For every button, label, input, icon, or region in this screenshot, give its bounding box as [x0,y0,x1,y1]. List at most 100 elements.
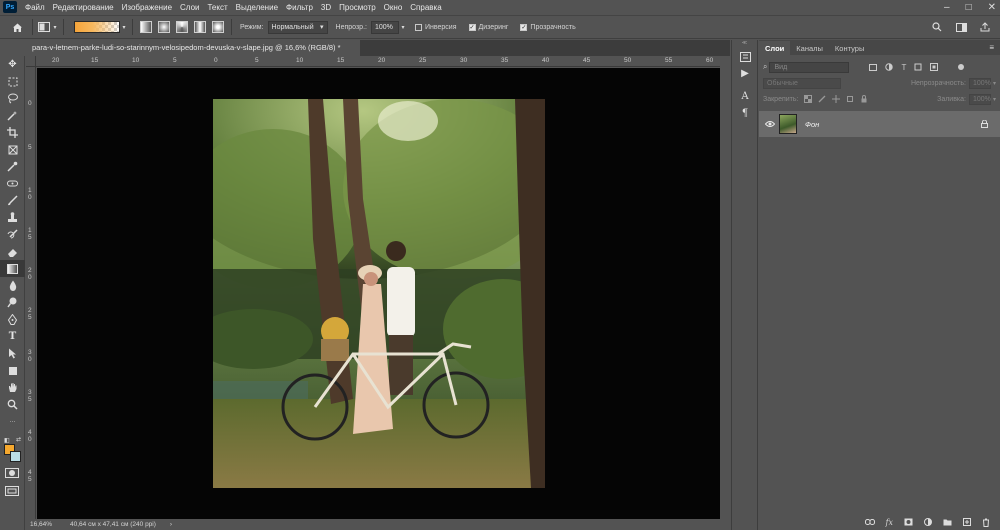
magic-wand-tool-icon[interactable] [0,107,25,124]
dither-checkbox[interactable]: ✓ [468,23,476,31]
linear-gradient-button[interactable] [140,21,152,33]
blur-tool-icon[interactable] [0,277,25,294]
document-tab[interactable]: para-v-letnem-parke-ludi-so-starinnym-ve… [26,40,360,56]
menu-select[interactable]: Выделение [232,3,282,12]
fill-chevron-icon[interactable]: ▾ [993,96,996,103]
layer-name[interactable]: Фон [805,120,819,129]
paragraph-panel-icon[interactable]: ¶ [732,105,758,122]
close-button[interactable]: ✕ [988,2,996,13]
path-selection-tool-icon[interactable] [0,345,25,362]
lasso-tool-icon[interactable] [0,90,25,107]
edit-toolbar-icon[interactable]: ··· [0,413,25,430]
adjustment-layer-icon[interactable] [924,518,932,526]
document-image[interactable] [213,99,545,488]
menu-image[interactable]: Изображение [118,3,176,12]
brush-tool-icon[interactable] [0,192,25,209]
history-brush-tool-icon[interactable] [0,226,25,243]
horizontal-ruler[interactable]: 20 15 10 5 0 5 10 15 20 25 30 35 40 45 50 55 60 [36,56,720,67]
menu-view[interactable]: Просмотр [335,3,380,12]
marquee-tool-icon[interactable] [0,73,25,90]
vertical-ruler[interactable]: 0 5 10 15 20 25 30 35 40 45 [26,67,36,519]
healing-brush-tool-icon[interactable] [0,175,25,192]
lock-all-icon[interactable] [860,95,868,103]
zoom-tool-icon[interactable] [0,396,25,413]
link-layers-icon[interactable] [864,519,875,525]
pixel-filter-icon[interactable] [869,63,878,71]
lock-pixels-icon[interactable] [818,95,826,103]
delete-layer-icon[interactable] [982,518,990,527]
new-layer-icon[interactable] [963,518,971,526]
gradient-tool-icon[interactable] [0,260,25,277]
dodge-tool-icon[interactable] [0,294,25,311]
menu-type[interactable]: Текст [203,3,231,12]
preset-chevron-down-icon[interactable]: ▾ [51,20,59,34]
transparency-checkbox[interactable]: ✓ [520,23,528,31]
vertical-scrollbar[interactable] [720,56,730,519]
frame-tool-icon[interactable] [0,141,25,158]
layer-row[interactable]: Фон [759,111,1000,137]
smart-object-filter-icon[interactable] [930,63,939,71]
menu-layers[interactable]: Слои [176,3,203,12]
screen-mode-icon[interactable] [5,486,19,496]
layer-lock-icon[interactable] [981,120,988,128]
opacity-input[interactable]: 100% [370,20,399,34]
search-icon[interactable] [930,20,944,34]
gradient-tool-preset-icon[interactable] [37,20,51,34]
lock-transparent-icon[interactable] [804,95,813,103]
menu-window[interactable]: Окно [380,3,407,12]
default-colors-icon[interactable]: ◧ [4,437,10,444]
status-arrow-icon[interactable]: › [170,521,172,528]
radial-gradient-button[interactable] [158,21,170,33]
background-color-swatch[interactable] [10,451,21,462]
add-mask-icon[interactable] [904,518,913,526]
layer-style-fx-icon[interactable]: fx [886,518,893,527]
reflected-gradient-button[interactable] [194,21,206,33]
crop-tool-icon[interactable] [0,124,25,141]
rectangle-tool-icon[interactable] [0,362,25,379]
gradient-preview-swatch[interactable] [74,21,120,33]
gradient-chevron-down-icon[interactable]: ▾ [120,20,128,34]
menu-edit[interactable]: Редактирование [49,3,118,12]
menu-filter[interactable]: Фильтр [282,3,317,12]
document-info[interactable]: 40,64 см x 47,41 см (240 ppi) [70,521,156,528]
panel-menu-icon[interactable]: ≡ [989,43,994,52]
menu-file[interactable]: Файл [21,3,49,12]
home-icon[interactable] [10,20,24,34]
history-panel-icon[interactable] [732,48,758,65]
zoom-level[interactable]: 16,64% [26,521,64,528]
layer-opacity-input[interactable]: 100% [968,77,991,89]
photoshop-logo[interactable]: Ps [3,1,17,13]
lock-artboard-icon[interactable] [846,95,854,103]
quick-mask-icon[interactable] [5,468,19,478]
filter-toggle-icon[interactable] [958,64,965,70]
clone-stamp-tool-icon[interactable] [0,209,25,226]
minimize-button[interactable]: – [944,2,950,13]
share-icon[interactable] [978,20,992,34]
menu-help[interactable]: Справка [406,3,445,12]
tab-layers[interactable]: Слои [759,41,791,55]
swap-colors-icon[interactable]: ⇄ [16,436,21,443]
shape-filter-icon[interactable] [914,63,922,71]
layer-filter-input[interactable]: Вид [769,61,850,73]
tab-paths[interactable]: Контуры [829,41,870,55]
menu-3d[interactable]: 3D [317,3,335,12]
layer-opacity-chevron-icon[interactable]: ▾ [993,80,996,87]
play-actions-icon[interactable]: ▶ [732,65,758,82]
pen-tool-icon[interactable] [0,311,25,328]
hand-tool-icon[interactable] [0,379,25,396]
mode-select[interactable]: Нормальный ▾ [267,20,328,34]
workspace-icon[interactable] [954,20,968,34]
eyedropper-tool-icon[interactable] [0,158,25,175]
new-group-icon[interactable] [943,518,952,526]
character-panel-icon[interactable]: A [732,88,758,105]
ruler-origin[interactable] [26,56,36,67]
tab-channels[interactable]: Каналы [790,41,829,55]
adjustment-filter-icon[interactable] [885,63,894,71]
invert-checkbox[interactable] [414,23,422,31]
angle-gradient-button[interactable] [176,21,188,33]
fill-input[interactable]: 100% [968,93,991,105]
opacity-chevron-down-icon[interactable]: ▾ [399,20,407,34]
layer-thumbnail[interactable] [779,114,797,134]
lock-position-icon[interactable] [832,95,841,103]
maximize-button[interactable]: □ [966,2,972,13]
